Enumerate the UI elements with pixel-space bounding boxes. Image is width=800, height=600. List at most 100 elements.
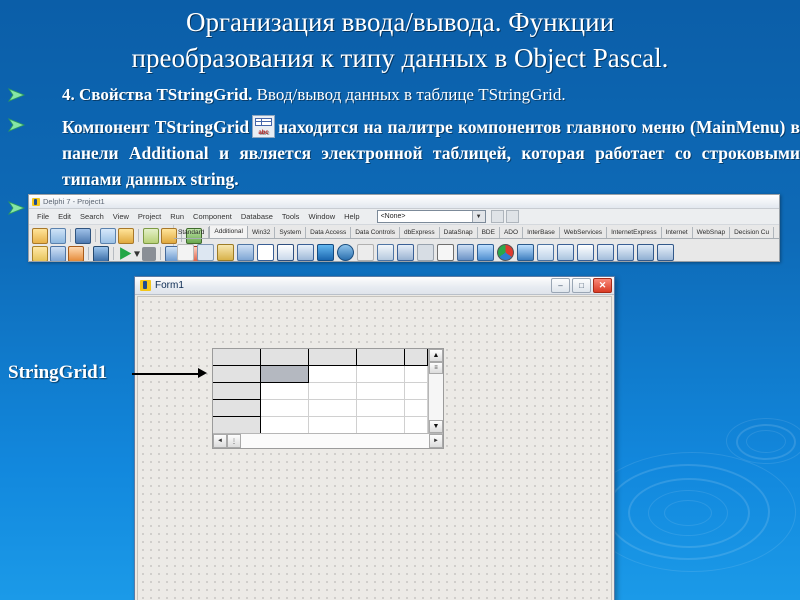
grid-cell-selected[interactable]	[261, 366, 309, 383]
menu-item-tools[interactable]: Tools	[282, 212, 300, 221]
speedbutton-icon[interactable]	[237, 243, 254, 261]
categorypanel-icon[interactable]	[657, 243, 674, 261]
palette-tab-websnap[interactable]: WebSnap	[693, 227, 731, 238]
grid-cell-fixed[interactable]	[213, 400, 261, 417]
grid-cell[interactable]	[309, 366, 357, 383]
horizontal-scroll-thumb[interactable]: ⋮	[227, 434, 241, 448]
palette-tab-standard[interactable]: Standard	[174, 227, 210, 238]
applicationevents-icon[interactable]	[477, 243, 494, 261]
menu-item-window[interactable]: Window	[308, 212, 335, 221]
grid-cell[interactable]	[357, 366, 405, 383]
close-button[interactable]: ✕	[593, 278, 612, 293]
stringgrid-icon[interactable]	[277, 243, 294, 261]
grid-cell[interactable]	[357, 400, 405, 417]
menu-item-file[interactable]: File	[37, 212, 49, 221]
scrollbox-icon[interactable]	[377, 243, 394, 261]
valuelisteditor-icon[interactable]	[577, 243, 594, 261]
frames-icon[interactable]	[197, 243, 214, 261]
pointer-icon[interactable]	[177, 243, 194, 261]
save-all-icon[interactable]	[100, 227, 116, 244]
grid-cell-header[interactable]	[309, 349, 357, 366]
vertical-scrollbar[interactable]: ▲ ≡ ▼	[428, 349, 443, 433]
grid-cell-header[interactable]	[261, 349, 309, 366]
grid-cell[interactable]	[309, 383, 357, 400]
grid-cell[interactable]	[405, 417, 428, 433]
menu-item-help[interactable]: Help	[344, 212, 359, 221]
listview-icon[interactable]	[617, 243, 634, 261]
grid-cell[interactable]	[357, 417, 405, 433]
grid-cell[interactable]	[357, 383, 405, 400]
labeledit-icon[interactable]	[537, 243, 554, 261]
scroll-up-arrow-icon[interactable]: ▲	[429, 349, 443, 362]
palette-tab-bde[interactable]: BDE	[478, 227, 500, 238]
grid-cell[interactable]	[309, 417, 357, 433]
minimize-button[interactable]: –	[551, 278, 570, 293]
save-desktop-button[interactable]	[490, 210, 504, 223]
grid-cell[interactable]	[309, 400, 357, 417]
palette-tab-system[interactable]: System	[275, 227, 307, 238]
palette-tab-interbase[interactable]: InterBase	[523, 227, 560, 238]
palette-tab-decision-cube[interactable]: Decision Cu	[730, 227, 775, 238]
new-unit-icon[interactable]	[68, 245, 84, 261]
new-form-icon[interactable]	[32, 245, 48, 261]
grid-cell-header[interactable]	[357, 349, 405, 366]
chart-icon[interactable]	[497, 243, 514, 261]
palette-tab-dbexpress[interactable]: dbExpress	[400, 227, 440, 238]
palette-tab-internet[interactable]: Internet	[662, 227, 693, 238]
form1-design-canvas[interactable]: ▲ ≡ ▼ ◄ ⋮ ►	[137, 296, 612, 600]
open-file-icon[interactable]	[118, 227, 134, 244]
bitbtn-icon[interactable]	[217, 243, 234, 261]
stringgrid1-component[interactable]: ▲ ≡ ▼ ◄ ⋮ ►	[212, 348, 444, 449]
bevel-icon[interactable]	[357, 243, 374, 261]
menu-item-database[interactable]: Database	[241, 212, 273, 221]
maskedit-icon[interactable]	[257, 243, 274, 261]
palette-tab-datasnap[interactable]: DataSnap	[440, 227, 478, 238]
toggle-form-unit-icon[interactable]	[50, 245, 66, 261]
set-debug-desktop-button[interactable]	[505, 210, 519, 223]
pause-icon[interactable]	[142, 246, 156, 261]
desktop-layout-combo[interactable]: <None> ▼	[376, 210, 486, 223]
grid-cell[interactable]	[405, 400, 428, 417]
grid-cell[interactable]	[261, 400, 309, 417]
grid-cell-fixed[interactable]	[213, 349, 261, 366]
palette-tab-internetexpress[interactable]: InternetExpress	[607, 227, 662, 238]
grid-cell[interactable]	[405, 383, 428, 400]
image-icon[interactable]	[317, 243, 334, 261]
save-icon[interactable]	[75, 227, 91, 244]
menu-item-edit[interactable]: Edit	[58, 212, 71, 221]
view-unit-icon[interactable]	[93, 245, 109, 261]
grid-cell-header[interactable]	[405, 349, 428, 366]
palette-tab-ado[interactable]: ADO	[500, 227, 524, 238]
palette-tab-webservices[interactable]: WebServices	[560, 227, 608, 238]
colorbox-icon[interactable]	[557, 243, 574, 261]
grid-cell-fixed[interactable]	[213, 417, 261, 433]
maximize-button[interactable]: □	[572, 278, 591, 293]
menu-item-component[interactable]: Component	[193, 212, 232, 221]
gridpanel-icon[interactable]	[637, 243, 654, 261]
grid-cell[interactable]	[405, 366, 428, 383]
scroll-right-arrow-icon[interactable]: ►	[429, 434, 443, 448]
shape-icon[interactable]	[337, 243, 354, 261]
grid-cell[interactable]	[261, 383, 309, 400]
grid-cell[interactable]	[261, 417, 309, 433]
menu-item-search[interactable]: Search	[80, 212, 104, 221]
palette-tab-data-controls[interactable]: Data Controls	[351, 227, 400, 238]
drawgrid-icon[interactable]	[297, 243, 314, 261]
chevron-down-icon[interactable]: ▼	[471, 211, 485, 222]
control-bar-icon[interactable]	[457, 243, 474, 261]
vertical-scroll-track[interactable]	[429, 374, 443, 420]
grid-cell-fixed[interactable]	[213, 366, 261, 383]
grid-cell-fixed[interactable]	[213, 383, 261, 400]
scroll-left-arrow-icon[interactable]: ◄	[213, 434, 227, 448]
run-icon[interactable]	[120, 247, 132, 260]
actionlist-icon[interactable]	[517, 243, 534, 261]
horizontal-scroll-track[interactable]	[241, 434, 429, 448]
staticext-icon[interactable]	[437, 243, 454, 261]
open-icon[interactable]	[50, 227, 66, 244]
menu-item-view[interactable]: View	[113, 212, 129, 221]
splitter-icon[interactable]	[417, 243, 434, 261]
palette-tab-data-access[interactable]: Data Access	[306, 227, 352, 238]
run-dropdown-icon[interactable]	[134, 251, 140, 257]
menu-item-project[interactable]: Project	[138, 212, 161, 221]
palette-tab-win32[interactable]: Win32	[248, 227, 276, 238]
